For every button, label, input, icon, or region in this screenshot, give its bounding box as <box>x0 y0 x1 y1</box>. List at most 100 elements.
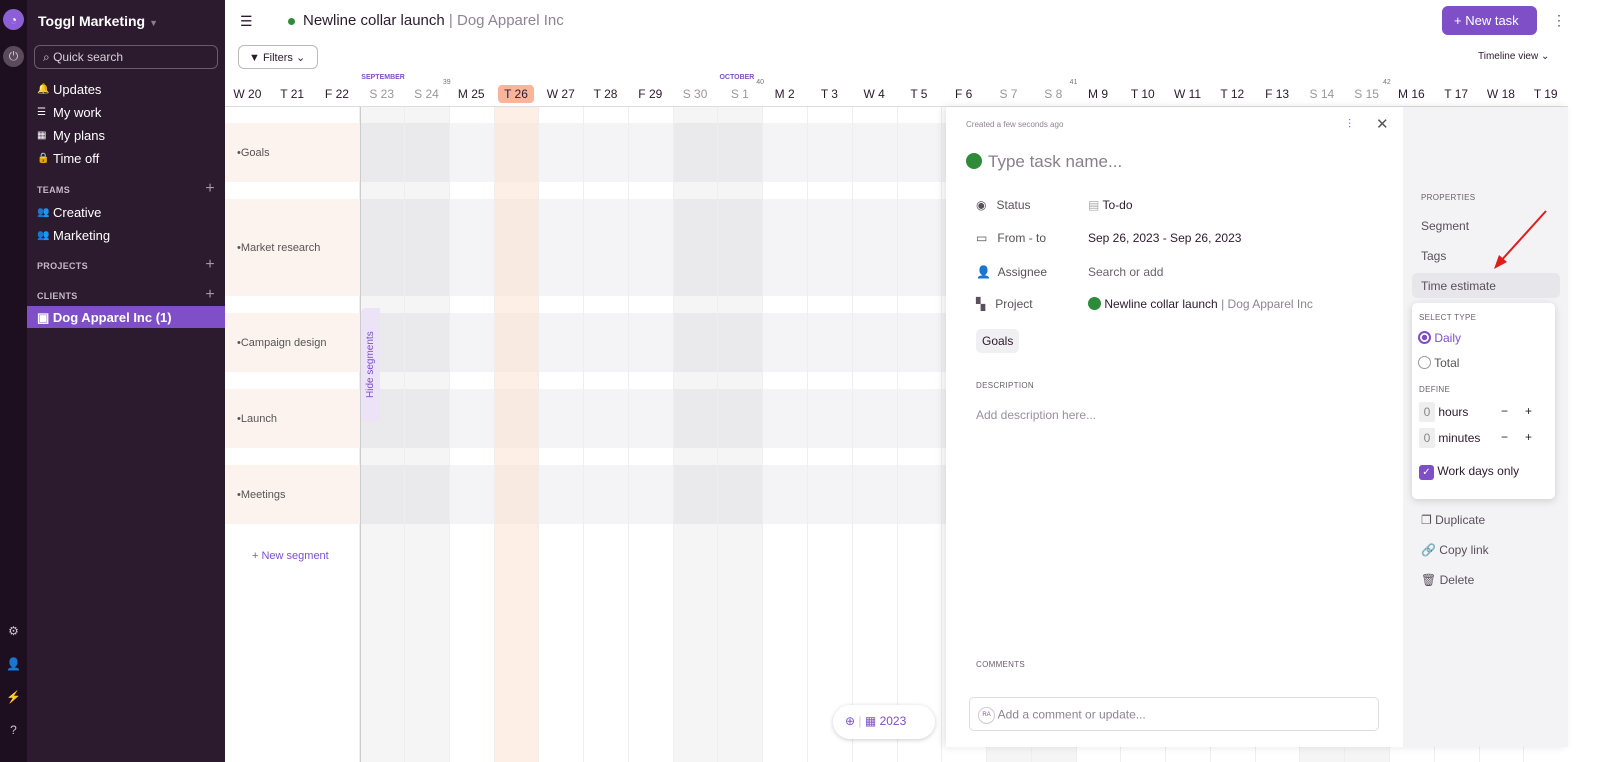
project-value[interactable]: Newline collar launch | Dog Apparel Inc <box>1088 297 1313 311</box>
description-input[interactable]: Add description here... <box>976 408 1096 422</box>
new-task-button[interactable]: + New task <box>1442 6 1537 35</box>
filters-button[interactable]: ▼ Filters ⌄ <box>238 45 318 69</box>
hours-decrement[interactable]: − <box>1501 404 1508 418</box>
day-header[interactable]: S 23 <box>359 87 404 101</box>
property-tags[interactable]: Tags <box>1421 249 1446 263</box>
day-header[interactable]: M 2 <box>762 87 807 101</box>
day-header[interactable]: T 12 <box>1210 87 1255 101</box>
radio-daily[interactable]: Daily <box>1418 331 1461 345</box>
radio-total[interactable]: Total <box>1418 356 1459 370</box>
day-header[interactable]: S 7 <box>986 87 1031 101</box>
segment-label[interactable]: • Market research <box>225 199 360 296</box>
day-header[interactable]: T 26 <box>494 85 539 103</box>
zoom-icon[interactable]: ⊕ <box>845 714 855 728</box>
day-header[interactable]: W 27 <box>538 87 583 101</box>
day-header[interactable]: W 11 <box>1165 87 1210 101</box>
day-header[interactable]: F 6 <box>941 87 986 101</box>
add-client-icon[interactable]: + <box>205 286 215 304</box>
hide-segments-toggle[interactable]: Hide segments <box>361 308 380 422</box>
property-time-estimate[interactable]: Time estimate <box>1412 273 1560 298</box>
comment-placeholder: Add a comment or update... <box>997 707 1146 722</box>
new-segment-button[interactable]: + New segment <box>252 550 329 562</box>
day-header[interactable]: S 30 <box>673 87 718 101</box>
segment-label[interactable]: • Meetings <box>225 465 360 524</box>
hours-input[interactable]: 0 <box>1419 402 1435 422</box>
day-label: S 15 <box>1354 87 1379 101</box>
nav-my-plans[interactable]: ▦ My plans <box>37 128 105 143</box>
duplicate-action[interactable]: ❐ Duplicate <box>1421 513 1485 527</box>
day-header[interactable]: F 29 <box>628 87 673 101</box>
nav-updates[interactable]: 🔔 Updates <box>37 82 101 97</box>
day-header[interactable]: T 19 <box>1523 87 1568 101</box>
zoom-year-control: ⊕ | ▦ 2023 <box>833 705 935 739</box>
day-header[interactable]: S 1 <box>717 87 762 101</box>
day-header[interactable]: F 13 <box>1255 87 1300 101</box>
toggl-logo-icon[interactable]: ◔ <box>3 9 24 30</box>
day-header[interactable]: M 25 <box>449 87 494 101</box>
day-header[interactable]: S 24 <box>404 87 449 101</box>
dates-value[interactable]: Sep 26, 2023 - Sep 26, 2023 <box>1088 231 1241 245</box>
client-dog-apparel[interactable]: ▣ Dog Apparel Inc (1) <box>27 306 225 328</box>
add-project-icon[interactable]: + <box>205 256 215 274</box>
help-icon[interactable]: ? <box>3 719 24 740</box>
day-header[interactable]: W 18 <box>1479 87 1524 101</box>
day-header[interactable]: T 17 <box>1434 87 1479 101</box>
minutes-input[interactable]: 0 <box>1419 428 1435 448</box>
day-label: W 18 <box>1486 87 1515 101</box>
comment-input[interactable]: RA Add a comment or update... <box>969 697 1379 731</box>
day-header[interactable]: S 8 <box>1031 87 1076 101</box>
segment-label[interactable]: • Launch <box>225 389 360 448</box>
task-name-input[interactable]: Type task name... <box>966 152 1122 172</box>
day-header[interactable]: T 3 <box>807 87 852 101</box>
team-creative[interactable]: 👥 Creative <box>37 205 101 220</box>
calendar-icon[interactable]: ▦ <box>865 714 876 728</box>
day-header[interactable]: S 14 <box>1299 87 1344 101</box>
gear-icon[interactable]: ⚙ <box>3 620 24 641</box>
avatar: RA <box>978 707 995 724</box>
settings-sliders-icon[interactable]: ⫶ <box>1348 117 1351 132</box>
day-label: T 10 <box>1130 87 1155 101</box>
segment-label[interactable]: • Goals <box>225 123 360 182</box>
day-header[interactable]: T 10 <box>1120 87 1165 101</box>
day-header[interactable]: M 16 <box>1389 87 1434 101</box>
segment-label[interactable]: • Campaign design <box>225 313 360 372</box>
nav-my-work[interactable]: ☰ My work <box>37 105 101 120</box>
team-marketing[interactable]: 👥 Marketing <box>37 228 110 243</box>
add-team-icon[interactable]: + <box>205 180 215 198</box>
plug-icon[interactable]: ⚡ <box>3 686 24 707</box>
power-icon[interactable]: ⏻ <box>3 46 24 67</box>
day-header[interactable]: T 28 <box>583 87 628 101</box>
work-days-checkbox[interactable]: ✓ Work days only <box>1419 464 1519 480</box>
delete-action[interactable]: 🗑 Delete <box>1421 573 1474 587</box>
property-segment[interactable]: Segment <box>1421 219 1469 233</box>
close-icon[interactable]: ✕ <box>1376 115 1389 133</box>
nav-time-off[interactable]: 🔒 Time off <box>37 151 99 166</box>
segment-tag[interactable]: Goals <box>976 329 1020 353</box>
day-header[interactable]: F 22 <box>315 87 360 101</box>
more-icon[interactable]: ⋮ <box>1552 12 1566 29</box>
status-value[interactable]: ▤ To-do <box>1088 198 1133 212</box>
status-icon: ◉ <box>976 198 987 212</box>
assignee-text: Assignee <box>997 265 1047 279</box>
link-icon: 🔗 <box>1421 543 1436 557</box>
hours-increment[interactable]: + <box>1525 404 1532 418</box>
copy-link-action[interactable]: 🔗 Copy link <box>1421 543 1489 557</box>
assignee-input[interactable]: Search or add <box>1088 265 1163 279</box>
day-column <box>448 107 494 762</box>
collapse-icon[interactable]: ☰ <box>240 13 253 30</box>
day-header[interactable]: M 9 <box>1076 87 1121 101</box>
workspace-switcher[interactable]: Toggl Marketing ▼ <box>38 13 158 29</box>
client-label: Dog Apparel Inc (1) <box>52 310 172 325</box>
year-label[interactable]: 2023 <box>880 714 907 728</box>
day-header[interactable]: T 5 <box>897 87 942 101</box>
minutes-increment[interactable]: + <box>1525 430 1532 444</box>
minutes-label: minutes <box>1438 431 1481 445</box>
day-header[interactable]: S 15 <box>1344 87 1389 101</box>
day-header[interactable]: W 4 <box>852 87 897 101</box>
users-icon[interactable]: 👤 <box>3 653 24 674</box>
day-header[interactable]: T 21 <box>270 87 315 101</box>
minutes-decrement[interactable]: − <box>1501 430 1508 444</box>
view-select[interactable]: Timeline view ⌄ <box>1478 51 1549 62</box>
quick-search-input[interactable]: ⌕ Quick search <box>34 45 218 69</box>
day-header[interactable]: W 20 <box>225 87 270 101</box>
